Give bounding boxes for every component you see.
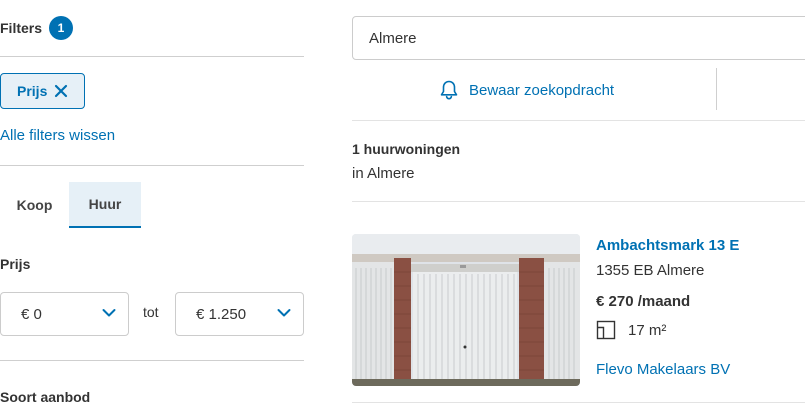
listing-area-value: 17 m² [628,321,667,339]
filters-title: Filters [0,20,43,36]
save-search-label: Bewaar zoekopdracht [469,81,615,99]
price-min-value: € 0 [21,305,42,323]
divider [0,56,304,57]
bell-icon [440,80,458,100]
listing-photo[interactable] [352,234,580,386]
floor-area-icon [596,320,616,340]
results-count: 1 huurwoningen [352,141,461,157]
active-filter-chip-prijs[interactable]: Prijs [0,73,85,109]
divider [352,201,805,202]
listing-agent-link[interactable]: Flevo Makelaars BV [596,361,730,378]
listing-title-link[interactable]: Ambachtsmark 13 E [596,237,739,254]
save-search-button[interactable]: Bewaar zoekopdracht [438,78,614,102]
active-filter-count-badge: 1 [49,16,74,40]
divider [352,402,805,403]
price-filter-label: Prijs [0,256,31,272]
chevron-down-icon [102,309,116,317]
close-icon[interactable] [54,84,68,98]
price-min-select[interactable]: € 0 [0,292,129,336]
filters-header: Filters 1 [0,16,74,40]
tab-koop[interactable]: Koop [0,182,69,228]
offer-type-label: Soort aanbod [0,389,91,404]
transaction-type-tabs: Koop Huur [0,182,141,228]
clear-all-filters-link[interactable]: Alle filters wissen [0,127,115,144]
chevron-down-icon [277,309,291,317]
garage-photo-image [352,234,580,386]
divider [352,120,805,121]
listing-price: € 270 /maand [596,293,691,310]
search-value: Almere [369,29,417,47]
location-search-input[interactable]: Almere [352,16,805,60]
listing-area: 17 m² [596,318,666,342]
listing-postcode-city: 1355 EB Almere [596,262,705,279]
tab-huur[interactable]: Huur [69,182,141,228]
chip-label: Prijs [17,83,48,99]
divider [0,165,304,166]
results-location: in Almere [352,165,415,182]
price-max-select[interactable]: € 1.250 [175,292,304,336]
divider [0,360,304,361]
price-range-separator: tot [143,304,159,320]
price-max-value: € 1.250 [196,305,247,323]
vertical-divider [716,68,717,110]
